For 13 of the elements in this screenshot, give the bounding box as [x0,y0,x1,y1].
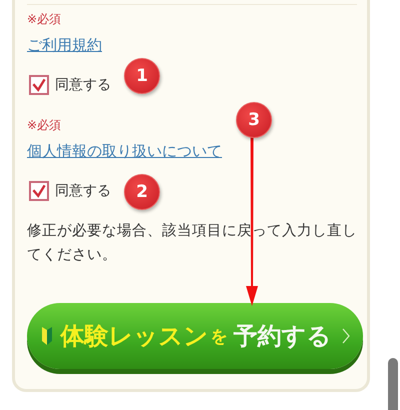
beginner-mark-icon [40,326,52,346]
instruction-text: 修正が必要な場合、該当項目に戻って入力し直してください。 [27,222,357,265]
required-label: ※必須 [27,117,62,134]
chevron-icon [342,328,350,344]
terms-link[interactable]: 個人情報の取り扱いについて [27,142,222,161]
checkbox-label: 同意する [55,76,111,94]
book-lesson-button[interactable]: 体験レッスン を 予約する [27,303,363,369]
terms-link[interactable]: ご利用規約 [27,36,102,55]
checkbox[interactable] [29,181,49,201]
required-label: ※必須 [27,11,62,28]
checkbox[interactable] [29,75,49,95]
scrollbar[interactable] [388,358,398,410]
checkbox-label: 同意する [55,182,111,200]
